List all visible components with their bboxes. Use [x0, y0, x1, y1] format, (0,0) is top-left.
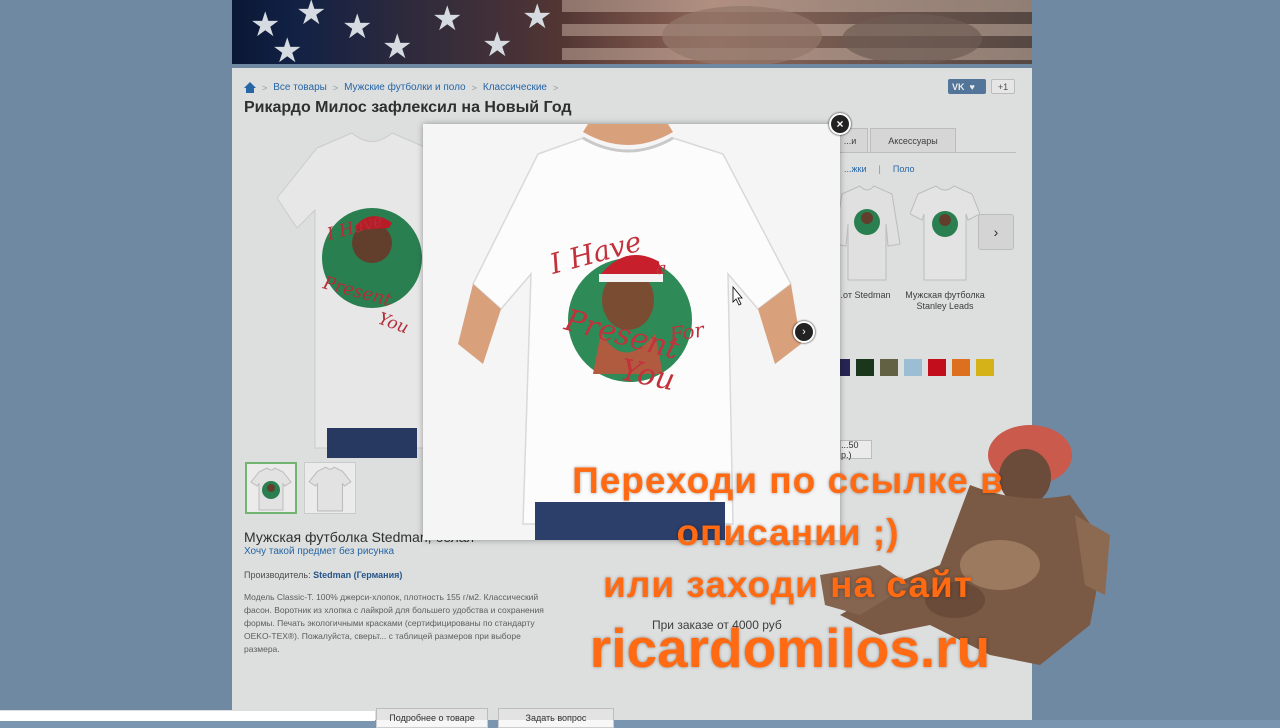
- subtab-polo[interactable]: Поло: [893, 164, 915, 174]
- overlay-caption: Переходи по ссылке в: [572, 460, 1004, 501]
- color-swatch[interactable]: [928, 359, 946, 376]
- star-icon: ★: [272, 32, 303, 64]
- subtabs: ...жки | Поло: [844, 164, 914, 174]
- manufacturer-value[interactable]: Stedman (Германия): [313, 570, 402, 580]
- page-title: Рикардо Милос зафлексил на Новый Год: [244, 99, 572, 116]
- manufacturer-label: Производитель:: [244, 570, 311, 580]
- divider: |: [878, 164, 881, 174]
- related-item-label[interactable]: Мужская футболка Stanley Leads: [904, 290, 986, 312]
- home-icon[interactable]: [244, 82, 256, 93]
- overlay-site-link[interactable]: ricardomilos.ru: [520, 616, 1060, 680]
- chevron-right-icon: >: [332, 82, 339, 93]
- without-print-link[interactable]: Хочу такой предмет без рисунка: [244, 546, 394, 557]
- breadcrumb: > Все товары > Мужские футболки и поло >…: [244, 82, 558, 93]
- banner-shape: [662, 6, 822, 64]
- gplus-button[interactable]: +1: [991, 79, 1015, 94]
- related-item-image[interactable]: [832, 184, 902, 284]
- footer-bar: [0, 710, 375, 721]
- shirt-thumb-icon: [250, 467, 292, 511]
- color-swatch[interactable]: [880, 359, 898, 376]
- subtab[interactable]: ...жки: [844, 164, 867, 174]
- chevron-right-icon: >: [552, 82, 559, 93]
- divider: [832, 152, 1016, 153]
- color-swatch[interactable]: [904, 359, 922, 376]
- star-icon: ★: [382, 28, 413, 64]
- ask-question-button[interactable]: Задать вопрос: [498, 708, 614, 728]
- thumbnail[interactable]: [304, 462, 356, 514]
- shirt-thumb-icon: [308, 466, 352, 512]
- chevron-right-icon[interactable]: ›: [978, 214, 1014, 250]
- star-icon: ★: [296, 0, 327, 32]
- chevron-right-icon: >: [262, 82, 268, 93]
- breadcrumb-link[interactable]: Все товары: [273, 82, 327, 93]
- color-swatch[interactable]: [856, 359, 874, 376]
- chevron-right-icon[interactable]: ›: [793, 321, 815, 343]
- tab-accessories[interactable]: Аксессуары: [870, 128, 956, 152]
- manufacturer: Производитель: Stedman (Германия): [244, 570, 402, 580]
- overlay-caption: или заходи на сайт: [603, 564, 973, 605]
- banner-shape: [842, 14, 982, 64]
- thumbnail-selected[interactable]: [245, 462, 297, 514]
- vk-label: VK: [952, 81, 965, 92]
- header-banner: ★ ★ ★ ★ ★ ★ ★ ★: [232, 0, 1032, 64]
- vk-share-button[interactable]: VK ♥: [948, 79, 986, 94]
- details-button[interactable]: Подробнее о товаре: [376, 708, 488, 728]
- overlay-caption: описании ;): [676, 512, 900, 553]
- breadcrumb-link[interactable]: Мужские футболки и поло: [344, 82, 466, 93]
- close-icon[interactable]: ×: [829, 113, 851, 135]
- related-item-image[interactable]: [910, 184, 980, 284]
- chevron-right-icon: >: [471, 82, 477, 93]
- star-icon: ★: [432, 0, 463, 38]
- star-icon: ★: [342, 8, 373, 46]
- flag-stripe: [562, 0, 1032, 12]
- color-swatch[interactable]: [952, 359, 970, 376]
- svg-text:a: a: [656, 258, 667, 279]
- color-swatch[interactable]: [976, 359, 994, 376]
- product-description: Модель Classic-T. 100% джерси-хлопок, пл…: [244, 592, 544, 654]
- star-icon: ★: [482, 26, 513, 64]
- breadcrumb-link[interactable]: Классические: [483, 82, 547, 93]
- star-icon: ★: [522, 0, 553, 36]
